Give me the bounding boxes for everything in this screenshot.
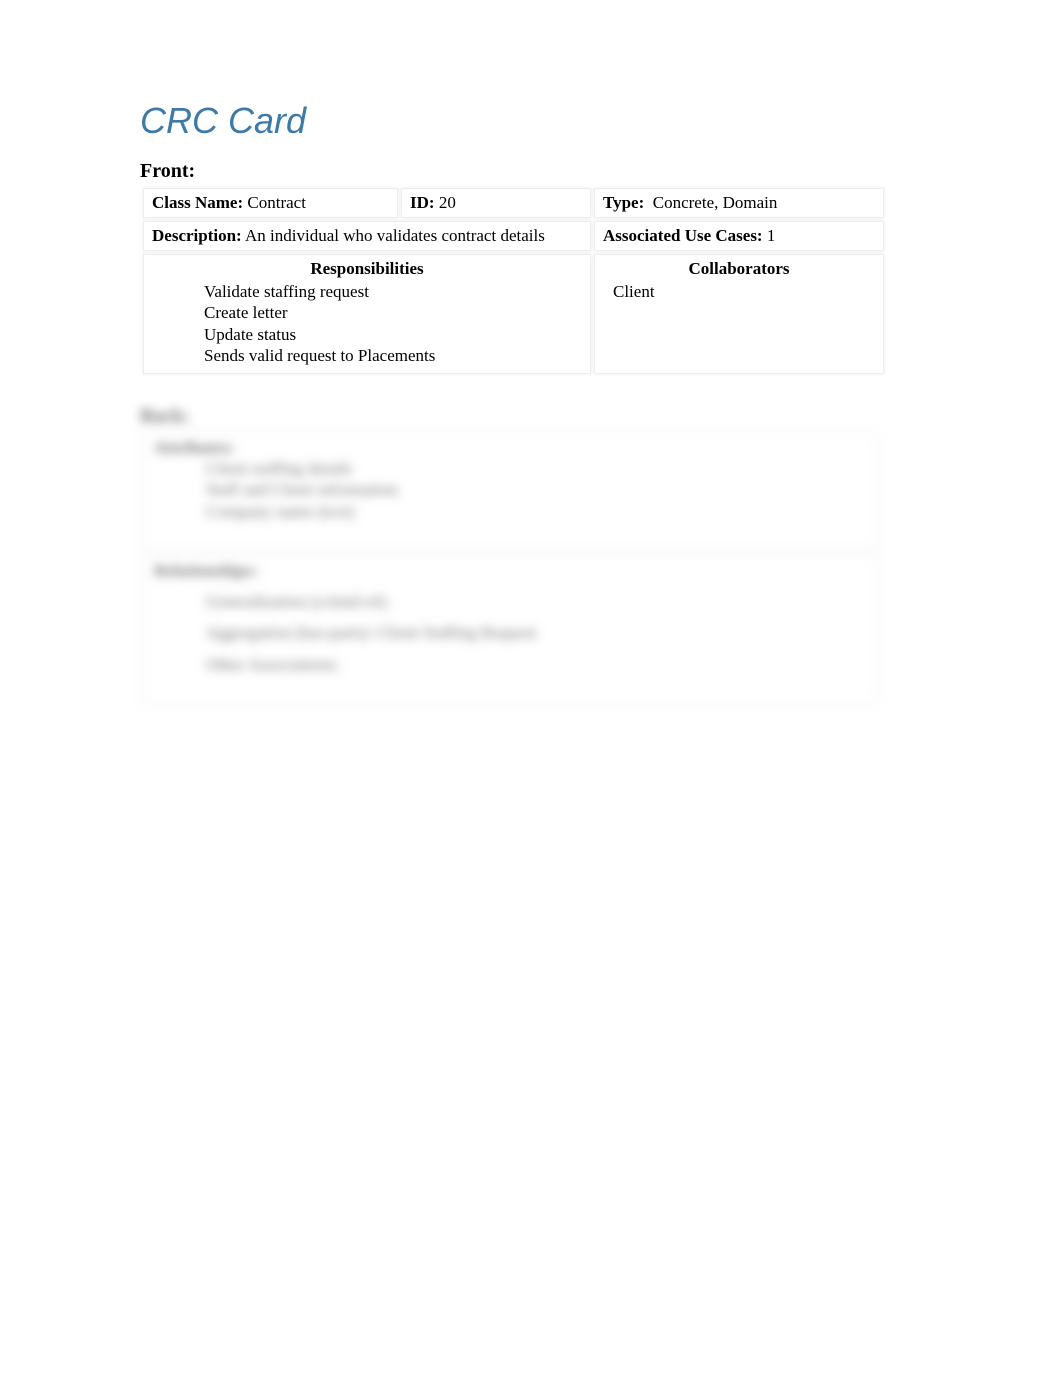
list-item: Validate staffing request xyxy=(204,281,582,302)
usecases-label: Associated Use Cases: xyxy=(603,226,763,245)
description-value: An individual who validates contract det… xyxy=(245,226,545,245)
list-item: Create letter xyxy=(204,302,582,323)
class-name-value: Contract xyxy=(247,193,306,212)
list-item: Staff and Client information xyxy=(206,479,866,500)
front-heading: Front: xyxy=(140,160,932,183)
list-item: Company name (text) xyxy=(206,501,866,522)
collaborators-cell: Collaborators Client xyxy=(594,254,884,374)
responsibilities-list: Validate staffing request Create letter … xyxy=(152,281,582,366)
relationships-list: Generalization (a-kind-of): Aggregation … xyxy=(154,591,866,675)
crc-front-table: Class Name: Contract ID: 20 Type: Concre… xyxy=(140,185,887,377)
list-item: Aggregation (has-parts): Client Staffing… xyxy=(206,622,866,643)
relationships-cell: Relationships: Generalization (a-kind-of… xyxy=(143,554,877,704)
id-value: 20 xyxy=(439,193,456,212)
attributes-list: Client staffing details Staff and Client… xyxy=(154,458,866,522)
responsibilities-cell: Responsibilities Validate staffing reque… xyxy=(143,254,591,374)
description-label: Description: xyxy=(152,226,242,245)
collaborators-list: Client xyxy=(603,281,875,302)
id-cell: ID: 20 xyxy=(401,188,591,218)
list-item: Sends valid request to Placements xyxy=(204,345,582,366)
attributes-cell: Attributes: Client staffing details Staf… xyxy=(143,431,877,551)
relationships-header: Relationships: xyxy=(154,561,866,581)
back-section-blurred: Back: Attributes: Client staffing detail… xyxy=(140,405,932,707)
attributes-header: Attributes: xyxy=(154,438,866,458)
description-cell: Description: An individual who validates… xyxy=(143,221,591,251)
collaborators-header: Collaborators xyxy=(603,259,875,281)
list-item: Generalization (a-kind-of): xyxy=(206,591,866,612)
type-cell: Type: Concrete, Domain xyxy=(594,188,884,218)
list-item: Update status xyxy=(204,324,582,345)
id-label: ID: xyxy=(410,193,435,212)
list-item: Other Associations: xyxy=(206,654,866,675)
usecases-value: 1 xyxy=(767,226,776,245)
usecases-cell: Associated Use Cases: 1 xyxy=(594,221,884,251)
list-item: Client staffing details xyxy=(206,458,866,479)
type-label: Type: xyxy=(603,193,644,212)
responsibilities-header: Responsibilities xyxy=(152,259,582,281)
back-heading: Back: xyxy=(140,405,932,428)
type-value: Concrete, Domain xyxy=(653,193,778,212)
page-title: CRC Card xyxy=(140,100,932,142)
crc-back-table: Attributes: Client staffing details Staf… xyxy=(140,428,880,707)
class-name-label: Class Name: xyxy=(152,193,243,212)
class-name-cell: Class Name: Contract xyxy=(143,188,398,218)
list-item: Client xyxy=(613,281,875,302)
